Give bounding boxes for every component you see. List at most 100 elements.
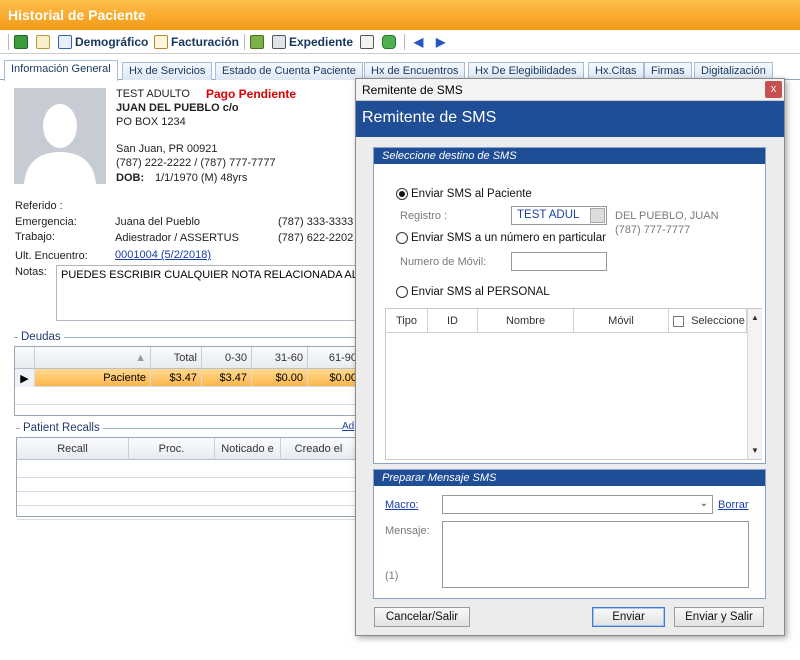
next-button[interactable]: ▶ — [436, 33, 445, 51]
deudas-header-31-60[interactable]: 31-60 — [252, 347, 308, 369]
app-title-bar: Historial de Paciente — [0, 0, 800, 30]
facturacion-label: Facturación — [171, 35, 240, 49]
deudas-row-header-cell — [15, 347, 35, 369]
add-recall-link[interactable]: Ad — [342, 421, 354, 432]
registro-field[interactable]: TEST ADUL — [511, 206, 607, 225]
select-all-checkbox[interactable] — [673, 315, 684, 327]
registro-name: DEL PUEBLO, JUAN — [615, 210, 719, 222]
destino-group-title: Seleccione destino de SMS — [374, 148, 765, 164]
refresh-button[interactable] — [14, 33, 28, 51]
tab-informacion-general[interactable]: Información General — [4, 60, 118, 81]
patient-address-line2: San Juan, PR 00921 — [116, 143, 218, 155]
sms-dialog: Remitente de SMS x Remitente de SMS Sele… — [355, 78, 785, 636]
radio-personal-label: Enviar SMS al PERSONAL — [411, 286, 550, 299]
previous-button[interactable]: ◀ — [414, 33, 423, 51]
expediente-button[interactable]: Expediente — [272, 33, 353, 51]
toolbar-separator — [244, 34, 245, 50]
tab-hx-servicios[interactable]: Hx de Servicios — [122, 62, 213, 80]
vertical-scrollbar[interactable]: ▲ ▼ — [747, 309, 762, 459]
table-row[interactable]: ▶ Paciente $3.47 $3.47 $0.00 $0.00 — [15, 369, 362, 387]
toolbar-separator — [404, 34, 405, 50]
recalls-header-recall[interactable]: Recall — [17, 438, 129, 460]
radio-unchecked-icon — [396, 286, 408, 299]
borrar-link[interactable]: Borrar — [718, 499, 749, 511]
money-icon — [250, 35, 264, 49]
destino-group: Seleccione destino de SMS Enviar SMS al … — [373, 147, 766, 464]
radio-paciente-label: Enviar SMS al Paciente — [411, 188, 532, 201]
deudas-header-total[interactable]: Total — [151, 347, 202, 369]
new-document-icon — [36, 35, 50, 49]
recalls-header-proc[interactable]: Proc. — [129, 438, 215, 460]
recalls-title: Patient Recalls — [20, 422, 103, 434]
deudas-table[interactable]: ▲ Total 0-30 31-60 61-90 ▶ Paciente $3.4… — [14, 346, 362, 416]
lookup-button[interactable] — [590, 208, 605, 223]
arrow-right-icon: ▶ — [436, 35, 446, 49]
payment-status: Pago Pendiente — [206, 87, 297, 101]
demografico-button[interactable]: Demográfico — [58, 33, 148, 51]
cancel-button[interactable]: Cancelar/Salir — [374, 607, 470, 627]
patient-guardian: JUAN DEL PUEBLO c/o — [116, 102, 239, 114]
radio-personal[interactable]: Enviar SMS al PERSONAL — [396, 286, 550, 299]
col-nombre[interactable]: Nombre — [478, 309, 574, 333]
deudas-cell-0-30: $3.47 — [202, 369, 252, 387]
radio-unchecked-icon — [396, 232, 408, 245]
send-and-exit-button[interactable]: Enviar y Salir — [674, 607, 764, 627]
close-icon: x — [770, 83, 777, 95]
app-title: Historial de Paciente — [8, 7, 146, 23]
referido-label: Referido : — [15, 200, 63, 212]
expediente-label: Expediente — [289, 35, 354, 49]
recalls-table[interactable]: Recall Proc. Noticado e Creado el — [16, 437, 357, 520]
scroll-up-icon[interactable]: ▲ — [751, 313, 759, 322]
movil-label: Numero de Móvil: — [400, 256, 487, 268]
emergencia-label: Emergencia: — [15, 216, 77, 228]
macro-select[interactable]: ⌄ — [442, 495, 713, 514]
dob-label: DOB: — [116, 172, 145, 184]
tab-estado-cuenta[interactable]: Estado de Cuenta Paciente — [215, 62, 363, 80]
ult-encuentro-link[interactable]: 0001004 (5/2/2018) — [115, 249, 211, 261]
radio-paciente[interactable]: Enviar SMS al Paciente — [396, 188, 532, 201]
facturacion-button[interactable]: Facturación — [154, 33, 239, 51]
radio-numero[interactable]: Enviar SMS a un número en particular — [396, 232, 606, 245]
recalls-header-creado[interactable]: Creado el — [281, 438, 357, 460]
ult-encuentro-label: Ult. Encuentro: — [15, 250, 88, 262]
arrow-left-icon: ◀ — [414, 35, 424, 49]
movil-field[interactable] — [511, 252, 607, 271]
new-button[interactable] — [36, 33, 50, 51]
emergencia-name: Juana del Pueblo — [115, 216, 201, 228]
col-seleccione[interactable]: Seleccione — [669, 309, 747, 333]
mensaje-group-title: Preparar Mensaje SMS — [374, 470, 765, 486]
scroll-down-icon[interactable]: ▼ — [751, 446, 759, 455]
send-button[interactable]: Enviar — [592, 607, 665, 627]
mensaje-group: Preparar Mensaje SMS Macro: ⌄ Borrar Men… — [373, 469, 766, 599]
col-movil[interactable]: Móvil — [574, 309, 669, 333]
sms-button[interactable] — [382, 33, 396, 51]
report-button[interactable] — [360, 33, 374, 51]
person-silhouette-icon — [14, 88, 106, 184]
dialog-header-title: Remitente de SMS — [362, 109, 497, 126]
toolbar-separator — [8, 34, 9, 50]
toolbar: Demográfico Facturación Expediente ◀ ▶ — [0, 30, 800, 54]
macro-link[interactable]: Macro: — [385, 499, 419, 511]
recalls-header-noticado[interactable]: Noticado e — [215, 438, 281, 460]
deudas-header-sort[interactable]: ▲ — [35, 347, 151, 369]
tab-strip: Información General Hx de Servicios Esta… — [0, 60, 800, 81]
personal-table[interactable]: Tipo ID Nombre Móvil Seleccione ▲ ▼ — [385, 308, 762, 460]
row-pointer-icon: ▶ — [15, 369, 35, 387]
col-id[interactable]: ID — [428, 309, 478, 333]
deudas-cell-31-60: $0.00 — [252, 369, 308, 387]
notas-field[interactable]: PUEDES ESCRIBIR CUALQUIER NOTA RELACIONA… — [56, 265, 356, 321]
close-button[interactable]: x — [765, 81, 782, 98]
col-tipo[interactable]: Tipo — [386, 309, 428, 333]
patient-address-line1: PO BOX 1234 — [116, 116, 186, 128]
deudas-header-0-30[interactable]: 0-30 — [202, 347, 252, 369]
deudas-header-61-90[interactable]: 61-90 — [308, 347, 362, 369]
table-row — [17, 502, 355, 520]
patient-phones: (787) 222-2222 / (787) 777-7777 — [116, 157, 276, 169]
money-button[interactable] — [250, 33, 264, 51]
dialog-title-bar: Remitente de SMS — [356, 79, 784, 101]
mensaje-textarea[interactable] — [442, 521, 749, 588]
deudas-title: Deudas — [18, 331, 64, 343]
deudas-cell-total: $3.47 — [151, 369, 202, 387]
sort-up-icon: ▲ — [135, 352, 146, 364]
report-icon — [360, 35, 374, 49]
